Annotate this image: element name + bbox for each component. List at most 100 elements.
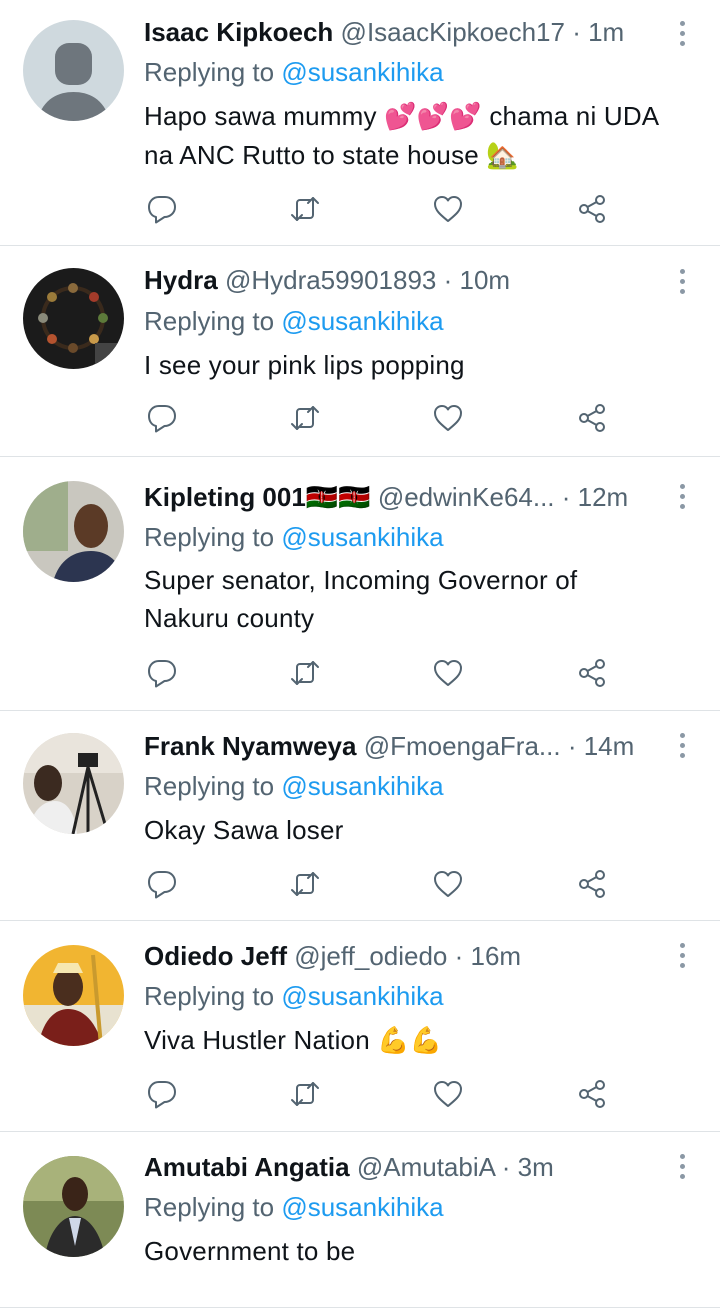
default-avatar-icon — [23, 20, 124, 121]
timestamp[interactable]: 10m — [459, 265, 510, 295]
tweet-actions — [0, 653, 720, 693]
tweet-text: Super senator, Incoming Governor of Naku… — [144, 565, 578, 633]
reply-icon — [148, 405, 176, 433]
more-options-icon[interactable] — [672, 728, 692, 762]
tweet[interactable]: Isaac Kipkoech @IsaacKipkoech17 · 1m Rep… — [0, 0, 720, 246]
display-name[interactable]: Odiedo Jeff — [144, 941, 287, 971]
share-button[interactable] — [572, 864, 612, 904]
retweet-button[interactable] — [285, 653, 325, 693]
retweet-button[interactable] — [285, 189, 325, 229]
timestamp[interactable]: 14m — [584, 731, 635, 761]
retweet-button[interactable] — [285, 398, 325, 438]
more-options-icon[interactable] — [672, 1149, 692, 1183]
separator: · — [436, 265, 460, 295]
replying-label: Replying to — [144, 771, 282, 801]
tweet-header: Amutabi Angatia @AmutabiA · 3m — [144, 1151, 650, 1183]
like-button[interactable] — [428, 864, 468, 904]
like-icon — [434, 196, 462, 222]
reply-button[interactable] — [142, 1074, 182, 1114]
like-icon — [434, 405, 462, 431]
tweet[interactable]: Amutabi Angatia @AmutabiA · 3m Replying … — [0, 1132, 720, 1308]
share-button[interactable] — [572, 1074, 612, 1114]
tweet[interactable]: Frank Nyamweya @FmoengaFra... · 14m Repl… — [0, 711, 720, 921]
timestamp[interactable]: 16m — [471, 941, 522, 971]
handle[interactable]: @IsaacKipkoech17 — [341, 17, 565, 47]
timestamp[interactable]: 3m — [518, 1152, 554, 1182]
tweet-text: Okay Sawa loser — [144, 815, 344, 845]
avatar[interactable] — [23, 1156, 124, 1257]
reply-icon — [148, 871, 176, 899]
like-button[interactable] — [428, 189, 468, 229]
separator: · — [560, 731, 584, 761]
replying-label: Replying to — [144, 981, 282, 1011]
tweet-actions — [0, 1074, 720, 1114]
retweet-icon — [291, 661, 319, 685]
handle[interactable]: @jeff_odiedo — [294, 941, 447, 971]
reply-button[interactable] — [142, 189, 182, 229]
like-button[interactable] — [428, 1074, 468, 1114]
timestamp[interactable]: 12m — [578, 482, 629, 512]
reply-button[interactable] — [142, 398, 182, 438]
display-name[interactable]: Amutabi Angatia — [144, 1152, 350, 1182]
reply-button[interactable] — [142, 864, 182, 904]
timestamp[interactable]: 1m — [588, 17, 624, 47]
tweet[interactable]: Kipleting 001🇰🇪🇰🇪 @edwinKe64... · 12m Re… — [0, 457, 720, 711]
share-icon — [579, 404, 605, 432]
tweet-text: Viva Hustler Nation 💪💪 — [144, 1021, 700, 1060]
mention-link[interactable]: @susankihika — [281, 771, 443, 801]
reply-button[interactable] — [142, 653, 182, 693]
display-name[interactable]: Isaac Kipkoech — [144, 17, 333, 47]
more-options-icon[interactable] — [672, 479, 692, 513]
camera-photo-icon — [23, 733, 124, 834]
mention-link[interactable]: @susankihika — [281, 981, 443, 1011]
more-options-icon[interactable] — [672, 938, 692, 972]
mention-link[interactable]: @susankihika — [281, 57, 443, 87]
retweet-icon — [291, 197, 319, 221]
man-photo-icon — [23, 481, 124, 582]
tweet-text: Government to be — [144, 1236, 356, 1266]
mention-link[interactable]: @susankihika — [281, 522, 443, 552]
like-button[interactable] — [428, 653, 468, 693]
handle[interactable]: @FmoengaFra... — [364, 731, 561, 761]
tweet-header: Isaac Kipkoech @IsaacKipkoech17 · 1m — [144, 16, 650, 48]
more-options-icon[interactable] — [672, 264, 692, 298]
like-icon — [434, 660, 462, 686]
tweet[interactable]: Hydra @Hydra59901893 · 10m Replying to @… — [0, 246, 720, 457]
tweet-header: Kipleting 001🇰🇪🇰🇪 @edwinKe64... · 12m — [144, 481, 650, 514]
handle[interactable]: @AmutabiA — [357, 1152, 495, 1182]
avatar[interactable] — [23, 268, 124, 369]
avatar[interactable] — [23, 945, 124, 1046]
replying-to: Replying to @susankihika — [144, 980, 444, 1012]
retweet-icon — [291, 872, 319, 896]
separator: · — [494, 1152, 518, 1182]
retweet-icon — [291, 1082, 319, 1106]
tweet[interactable]: Odiedo Jeff @jeff_odiedo · 16m Replying … — [0, 921, 720, 1132]
share-button[interactable] — [572, 653, 612, 693]
retweet-button[interactable] — [285, 864, 325, 904]
reply-icon — [148, 1081, 176, 1109]
handle[interactable]: @Hydra59901893 — [225, 265, 436, 295]
replying-to: Replying to @susankihika — [144, 56, 444, 88]
more-options-icon[interactable] — [672, 16, 692, 50]
display-name[interactable]: Frank Nyamweya — [144, 731, 356, 761]
like-icon — [434, 871, 462, 897]
retweet-button[interactable] — [285, 1074, 325, 1114]
mention-link[interactable]: @susankihika — [281, 1192, 443, 1222]
share-button[interactable] — [572, 189, 612, 229]
replying-label: Replying to — [144, 522, 282, 552]
separator: · — [554, 482, 578, 512]
reply-icon — [148, 196, 176, 224]
display-name[interactable]: Hydra — [144, 265, 218, 295]
avatar[interactable] — [23, 481, 124, 582]
reply-icon — [148, 660, 176, 688]
handle[interactable]: @edwinKe64... — [378, 482, 555, 512]
tweet-actions — [0, 189, 720, 229]
traditional-attire-photo-icon — [23, 945, 124, 1046]
avatar[interactable] — [23, 733, 124, 834]
display-name[interactable]: Kipleting 001 — [144, 482, 306, 512]
share-button[interactable] — [572, 398, 612, 438]
mention-link[interactable]: @susankihika — [281, 306, 443, 336]
flexed-biceps-emoji: 💪💪 — [377, 1026, 443, 1056]
avatar[interactable] — [23, 20, 124, 121]
like-button[interactable] — [428, 398, 468, 438]
